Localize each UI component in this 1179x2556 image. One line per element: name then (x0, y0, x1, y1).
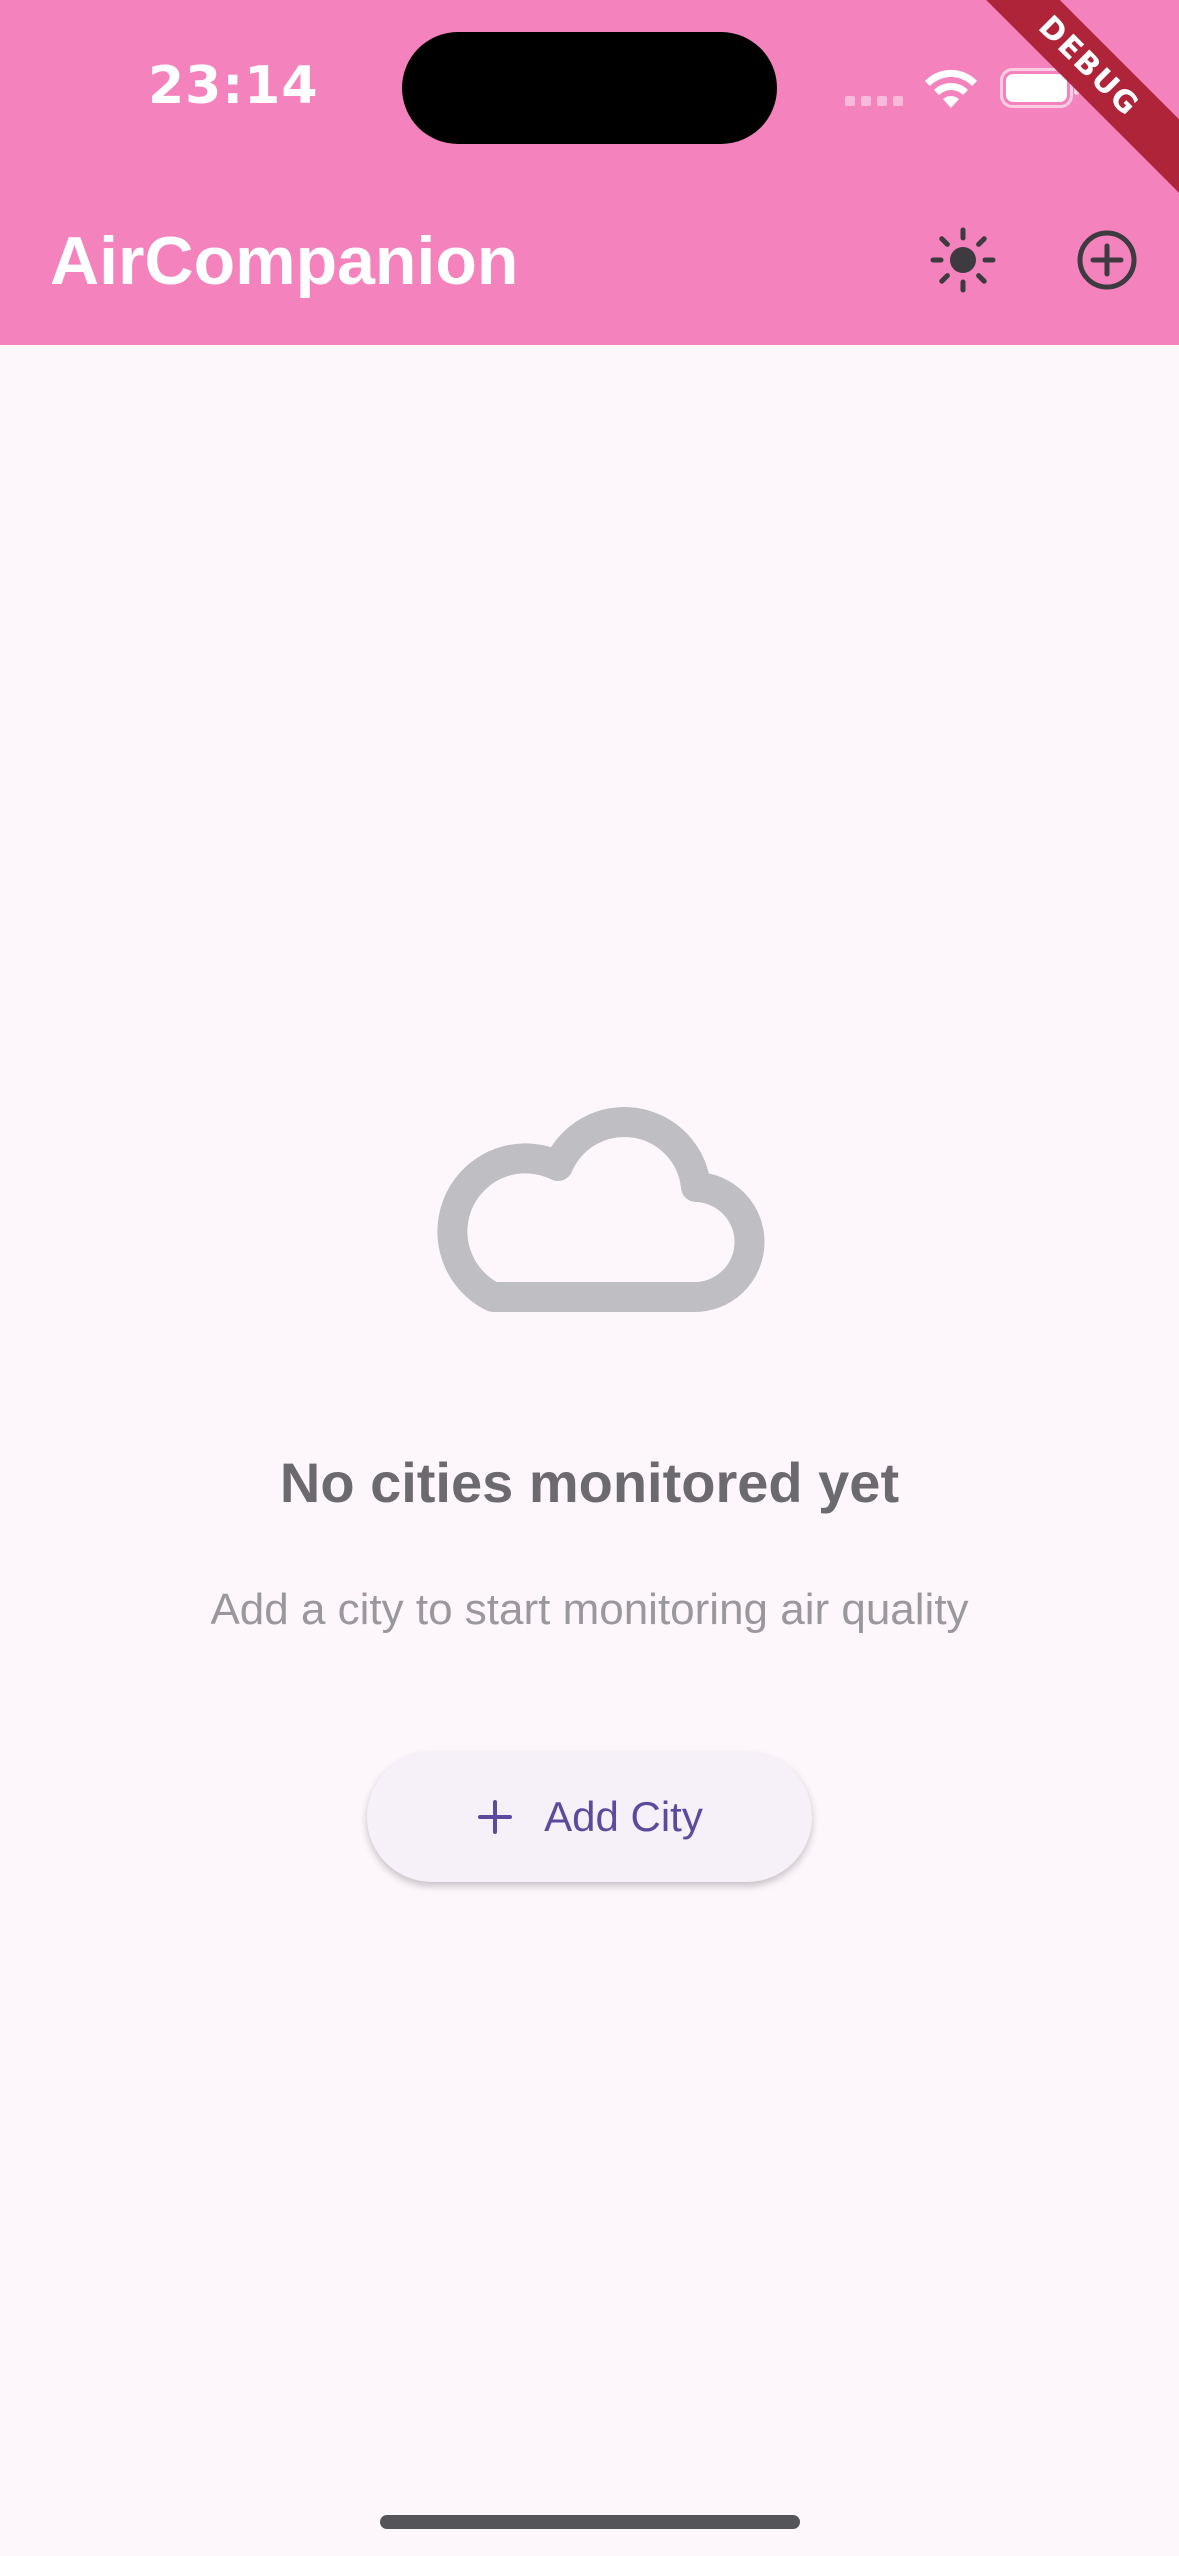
add-circle-icon (1077, 230, 1137, 290)
empty-state-subtitle: Add a city to start monitoring air quali… (210, 1585, 969, 1634)
empty-state-title: No cities monitored yet (279, 1451, 900, 1514)
plus-icon (478, 1800, 513, 1834)
theme-toggle-button[interactable] (915, 212, 1011, 308)
wifi-icon (925, 69, 977, 108)
add-city-button[interactable]: Add City (367, 1752, 812, 1882)
app-title: AirCompanion (50, 223, 519, 299)
sun-icon (930, 227, 996, 293)
cloud-icon (437, 1106, 765, 1312)
add-city-button-label: Add City (544, 1793, 703, 1840)
add-city-icon-button[interactable] (1059, 212, 1155, 308)
cellular-signal-icon (845, 96, 903, 106)
dynamic-island (402, 32, 777, 144)
home-indicator[interactable] (380, 2515, 800, 2529)
status-time: 23:14 (148, 56, 319, 116)
app-bar: 23:14 AirCompanion DEBUG (0, 0, 1179, 345)
